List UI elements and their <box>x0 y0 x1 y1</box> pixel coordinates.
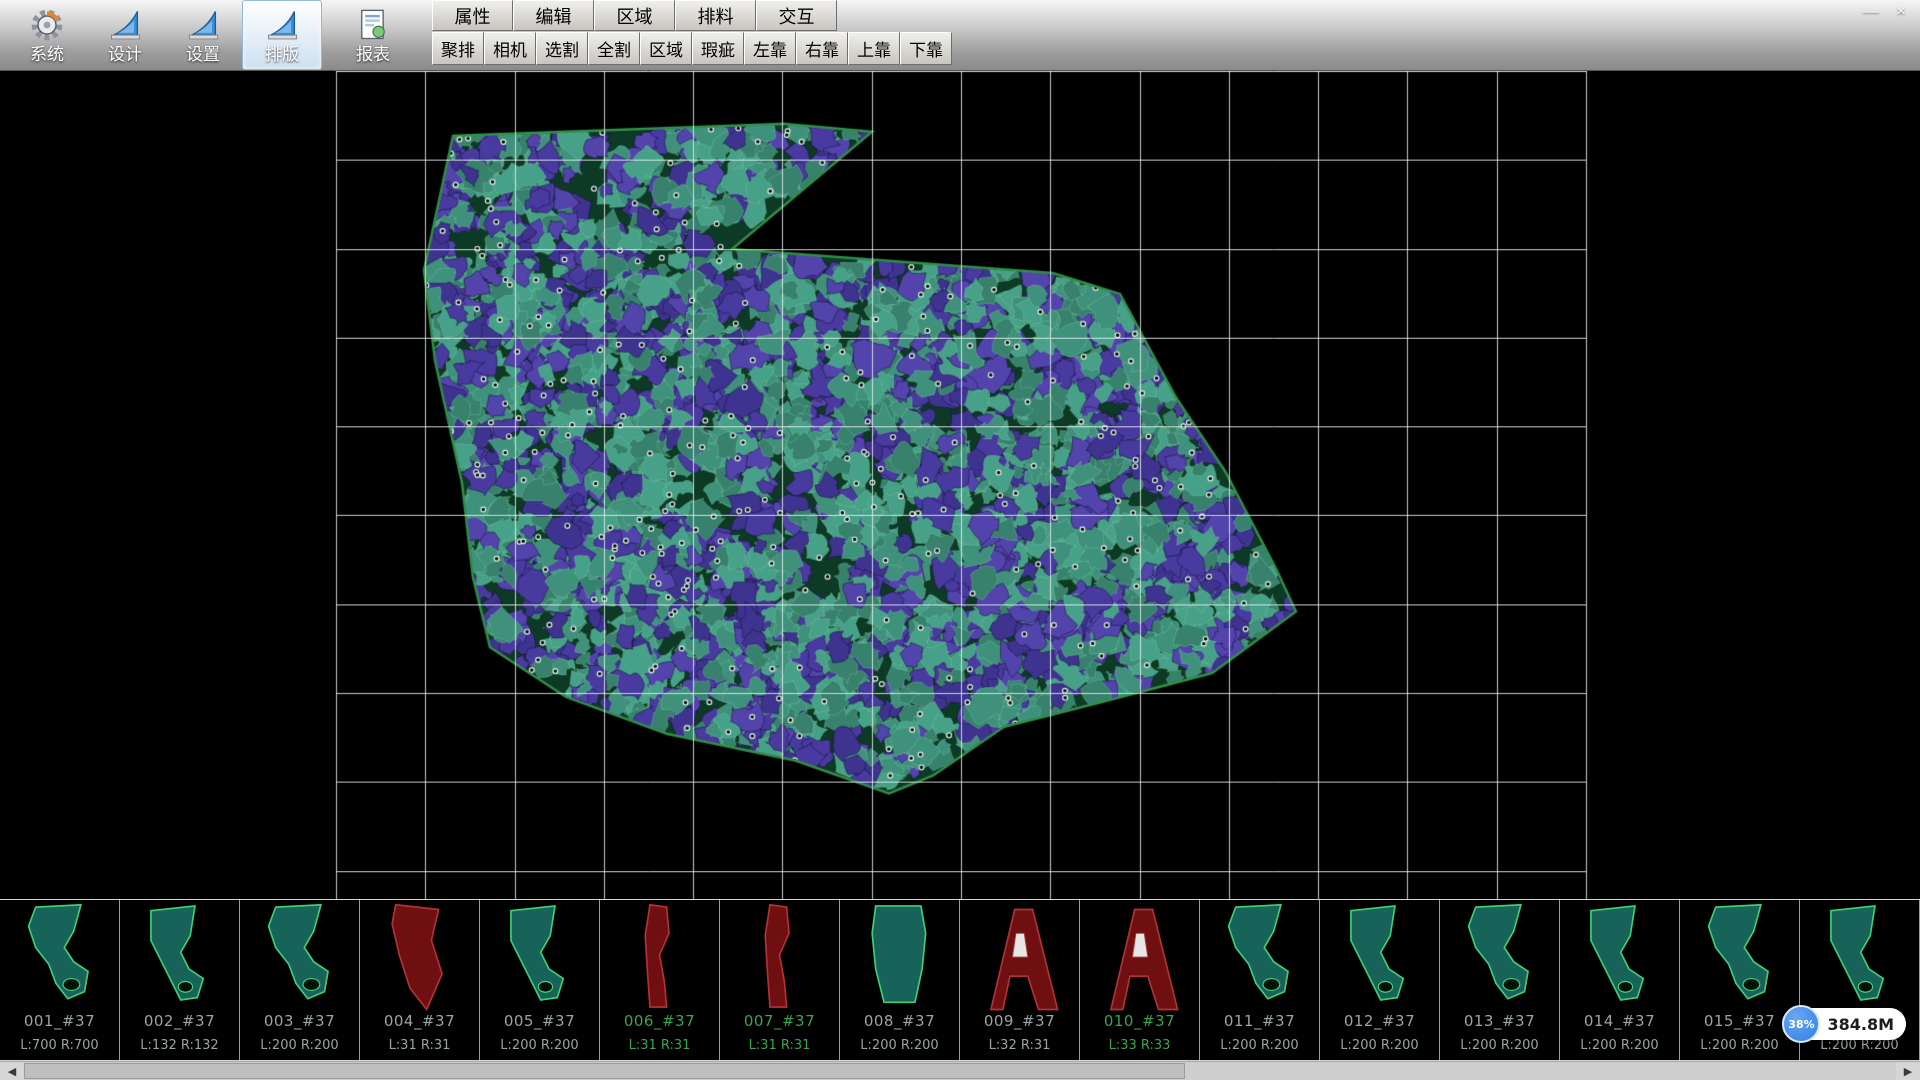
tool-button-6[interactable]: 瑕疵 <box>692 32 744 65</box>
piece-thumbnail-015_#37[interactable]: 015_#37 L:200 R:200 <box>1680 900 1800 1060</box>
piece-id-label: 003_#37 <box>240 1012 359 1030</box>
piece-thumbnail-strip: 001_#37 L:700 R:700002_#37 L:132 R:132003_… <box>0 899 1920 1061</box>
memory-value: 384.8M <box>1827 1015 1894 1034</box>
horizontal-scrollbar[interactable]: ◀ ▶ <box>0 1061 1920 1080</box>
piece-lr-label: L:31 R:31 <box>360 1038 479 1053</box>
piece-thumbnail-010_#37[interactable]: 010_#37 L:33 R:33 <box>1080 900 1200 1060</box>
ribbon-button-label: 排版 <box>265 46 299 65</box>
progress-badge: 38% <box>1782 1005 1820 1043</box>
tool-button-4[interactable]: 全割 <box>588 32 640 65</box>
close-button[interactable]: × <box>1886 0 1916 22</box>
ribbon-button-design[interactable]: 设计 <box>86 0 164 70</box>
tool-button-10[interactable]: 下靠 <box>900 32 952 65</box>
menu-tab-1[interactable]: 属性 <box>432 0 513 31</box>
piece-id-label: 007_#37 <box>720 1012 839 1030</box>
main-toolbar: 系统设计设置排版报表 属性编辑区域排料交互 聚排相机选割全割区域瑕疵左靠右靠上靠… <box>0 0 1920 71</box>
memory-status: 38% 384.8M <box>1783 1008 1906 1040</box>
nesting-icon <box>263 6 301 44</box>
piece-lr-label: L:200 R:200 <box>1680 1038 1799 1053</box>
application-window: 系统设计设置排版报表 属性编辑区域排料交互 聚排相机选割全割区域瑕疵左靠右靠上靠… <box>0 0 1920 1080</box>
ribbon-button-label: 设计 <box>108 46 142 65</box>
ribbon-button-report[interactable]: 报表 <box>334 0 412 70</box>
piece-id-label: 006_#37 <box>600 1012 719 1030</box>
ribbon-button-nesting[interactable]: 排版 <box>242 0 322 70</box>
piece-lr-label: L:200 R:200 <box>1440 1038 1559 1053</box>
gear-icon <box>28 6 66 44</box>
tool-button-3[interactable]: 选割 <box>536 32 588 65</box>
piece-id-label: 013_#37 <box>1440 1012 1559 1030</box>
tool-button-7[interactable]: 左靠 <box>744 32 796 65</box>
piece-id-label: 002_#37 <box>120 1012 239 1030</box>
piece-lr-label: L:700 R:700 <box>0 1038 119 1053</box>
piece-lr-label: L:31 R:31 <box>600 1038 719 1053</box>
ribbon-button-label: 报表 <box>356 46 390 65</box>
tool-button-5[interactable]: 区域 <box>640 32 692 65</box>
menu-area: 属性编辑区域排料交互 聚排相机选割全割区域瑕疵左靠右靠上靠下靠 <box>432 0 952 70</box>
tool-button-row: 聚排相机选割全割区域瑕疵左靠右靠上靠下靠 <box>432 32 952 65</box>
piece-id-label: 001_#37 <box>0 1012 119 1030</box>
piece-lr-label: L:200 R:200 <box>1560 1038 1679 1053</box>
piece-thumbnail-005_#37[interactable]: 005_#37 L:200 R:200 <box>480 900 600 1060</box>
piece-thumbnail-006_#37[interactable]: 006_#37 L:31 R:31 <box>600 900 720 1060</box>
piece-thumbnail-014_#37[interactable]: 014_#37 L:200 R:200 <box>1560 900 1680 1060</box>
piece-thumbnail-007_#37[interactable]: 007_#37 L:31 R:31 <box>720 900 840 1060</box>
piece-thumbnail-004_#37[interactable]: 004_#37 L:31 R:31 <box>360 900 480 1060</box>
piece-id-label: 012_#37 <box>1320 1012 1439 1030</box>
piece-lr-label: L:200 R:200 <box>240 1038 359 1053</box>
tool-button-2[interactable]: 相机 <box>484 32 536 65</box>
piece-lr-label: L:200 R:200 <box>1800 1038 1919 1053</box>
piece-id-label: 009_#37 <box>960 1012 1079 1030</box>
ribbon-button-group: 系统 设计 设置 排版 报表 <box>0 0 412 70</box>
piece-lr-label: L:32 R:31 <box>960 1038 1079 1053</box>
piece-id-label: 015_#37 <box>1680 1012 1799 1030</box>
piece-thumbnail-013_#37[interactable]: 013_#37 L:200 R:200 <box>1440 900 1560 1060</box>
piece-id-label: 005_#37 <box>480 1012 599 1030</box>
settings-icon <box>184 6 222 44</box>
piece-lr-label: L:200 R:200 <box>1200 1038 1319 1053</box>
design-icon <box>106 6 144 44</box>
piece-thumbnail-009_#37[interactable]: 009_#37 L:32 R:31 <box>960 900 1080 1060</box>
piece-thumbnail-011_#37[interactable]: 011_#37 L:200 R:200 <box>1200 900 1320 1060</box>
minimize-button[interactable]: — <box>1856 0 1886 22</box>
menu-tab-row: 属性编辑区域排料交互 <box>432 0 952 31</box>
piece-lr-label: L:33 R:33 <box>1080 1038 1199 1053</box>
piece-thumbnail-003_#37[interactable]: 003_#37 L:200 R:200 <box>240 900 360 1060</box>
ribbon-button-label: 系统 <box>30 46 64 65</box>
piece-id-label: 014_#37 <box>1560 1012 1679 1030</box>
scroll-left-arrow[interactable]: ◀ <box>0 1062 24 1080</box>
scroll-right-arrow[interactable]: ▶ <box>1896 1062 1920 1080</box>
piece-id-label: 010_#37 <box>1080 1012 1199 1030</box>
menu-tab-3[interactable]: 区域 <box>594 0 675 31</box>
piece-thumbnail-001_#37[interactable]: 001_#37 L:700 R:700 <box>0 900 120 1060</box>
scrollbar-thumb[interactable] <box>24 1063 1185 1079</box>
nesting-canvas[interactable] <box>0 71 1920 899</box>
piece-lr-label: L:200 R:200 <box>840 1038 959 1053</box>
report-icon <box>354 6 392 44</box>
piece-id-label: 004_#37 <box>360 1012 479 1030</box>
tool-button-8[interactable]: 右靠 <box>796 32 848 65</box>
menu-tab-5[interactable]: 交互 <box>756 0 837 31</box>
piece-lr-label: L:200 R:200 <box>480 1038 599 1053</box>
piece-lr-label: L:31 R:31 <box>720 1038 839 1053</box>
tool-button-1[interactable]: 聚排 <box>432 32 484 65</box>
piece-id-label: 008_#37 <box>840 1012 959 1030</box>
piece-lr-label: L:200 R:200 <box>1320 1038 1439 1053</box>
window-controls: — × <box>1856 0 1916 22</box>
piece-id-label: 011_#37 <box>1200 1012 1319 1030</box>
menu-tab-4[interactable]: 排料 <box>675 0 756 31</box>
menu-tab-2[interactable]: 编辑 <box>513 0 594 31</box>
piece-lr-label: L:132 R:132 <box>120 1038 239 1053</box>
ribbon-button-label: 设置 <box>186 46 220 65</box>
ribbon-button-system[interactable]: 系统 <box>8 0 86 70</box>
ribbon-button-setup[interactable]: 设置 <box>164 0 242 70</box>
tool-button-9[interactable]: 上靠 <box>848 32 900 65</box>
scrollbar-track[interactable] <box>24 1062 1896 1080</box>
nesting-canvas-area[interactable] <box>0 71 1920 899</box>
piece-thumbnail-008_#37[interactable]: 008_#37 L:200 R:200 <box>840 900 960 1060</box>
piece-thumbnail-002_#37[interactable]: 002_#37 L:132 R:132 <box>120 900 240 1060</box>
piece-thumbnail-012_#37[interactable]: 012_#37 L:200 R:200 <box>1320 900 1440 1060</box>
